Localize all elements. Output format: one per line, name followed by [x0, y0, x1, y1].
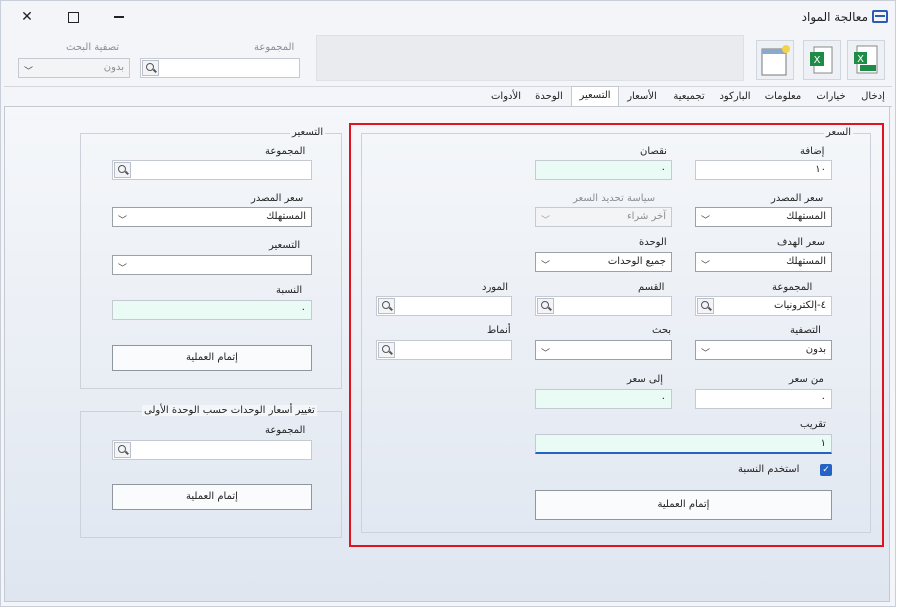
tab-prices[interactable]: الأسعار	[620, 88, 664, 105]
app-icon	[872, 10, 888, 23]
close-icon: ✕	[21, 9, 33, 25]
pricing-group-search[interactable]	[112, 160, 312, 180]
toolbar-filter-dropdown[interactable]: بدون ﹀	[18, 58, 130, 78]
minimize-icon	[114, 16, 124, 18]
unit-change-title: تغيير أسعار الوحدات حسب الوحدة الأولى	[142, 405, 317, 416]
tab-tools[interactable]: الأدوات	[485, 88, 527, 105]
chevron-down-icon: ﹀	[118, 216, 128, 226]
search-icon	[146, 63, 154, 71]
close-button[interactable]: ✕	[13, 6, 41, 28]
toolbar-group-search[interactable]	[140, 58, 300, 78]
pricing-submit-button[interactable]: إتمام العملية	[112, 345, 312, 371]
pricing-source-value: المستهلك	[266, 211, 306, 222]
tab-barcode[interactable]: الباركود	[712, 88, 758, 105]
csv-export-icon: X	[854, 45, 878, 74]
search-icon	[118, 445, 126, 453]
svg-text:X: X	[857, 54, 864, 65]
chevron-down-icon: ﹀	[118, 264, 128, 274]
unit-change-group-label: المجموعة	[265, 425, 306, 436]
maximize-icon	[67, 11, 79, 23]
highlight-frame	[349, 123, 884, 547]
window-title: معالجة المواد	[801, 10, 868, 24]
chevron-down-icon: ﹀	[24, 67, 34, 77]
toolbar-filter-value: بدون	[103, 62, 124, 73]
pricing-group-label: المجموعة	[265, 146, 306, 157]
csv-export-button[interactable]: X	[847, 40, 885, 80]
pricing-group-title: التسعير	[290, 127, 326, 138]
toolbar-group-label: المجموعة	[254, 42, 295, 53]
search-icon	[118, 165, 126, 173]
svg-text:X: X	[814, 55, 821, 66]
excel-export-icon: X	[810, 46, 833, 74]
tab-strip	[4, 87, 892, 107]
tab-aggregate[interactable]: تجميعية	[666, 88, 712, 105]
tab-pricing[interactable]: التسعير	[571, 86, 619, 107]
pricing-pricing-label: التسعير	[269, 240, 301, 251]
tab-options[interactable]: خيارات	[810, 88, 852, 105]
pricing-source-label: سعر المصدر	[251, 193, 304, 204]
unit-change-group-search[interactable]	[112, 440, 312, 460]
tab-info[interactable]: معلومات	[760, 88, 806, 105]
toolbar-filter-label: تصفية البحث	[66, 42, 120, 53]
pricing-pricing-dropdown[interactable]: ﹀	[112, 255, 312, 275]
pricing-ratio-input[interactable]: ٠	[112, 300, 312, 320]
preview-area	[316, 35, 744, 81]
tab-input[interactable]: إدخال	[857, 88, 889, 105]
maximize-button[interactable]	[59, 6, 87, 28]
minimize-button[interactable]	[105, 6, 133, 28]
tab-unit[interactable]: الوحدة	[529, 88, 569, 105]
new-document-icon	[761, 45, 790, 76]
unit-change-submit-button[interactable]: إتمام العملية	[112, 484, 312, 510]
pricing-ratio-label: النسبة	[276, 285, 303, 296]
pricing-source-dropdown[interactable]: المستهلك ﹀	[112, 207, 312, 227]
excel-export-button[interactable]: X	[803, 40, 841, 80]
new-document-button[interactable]	[756, 40, 794, 80]
